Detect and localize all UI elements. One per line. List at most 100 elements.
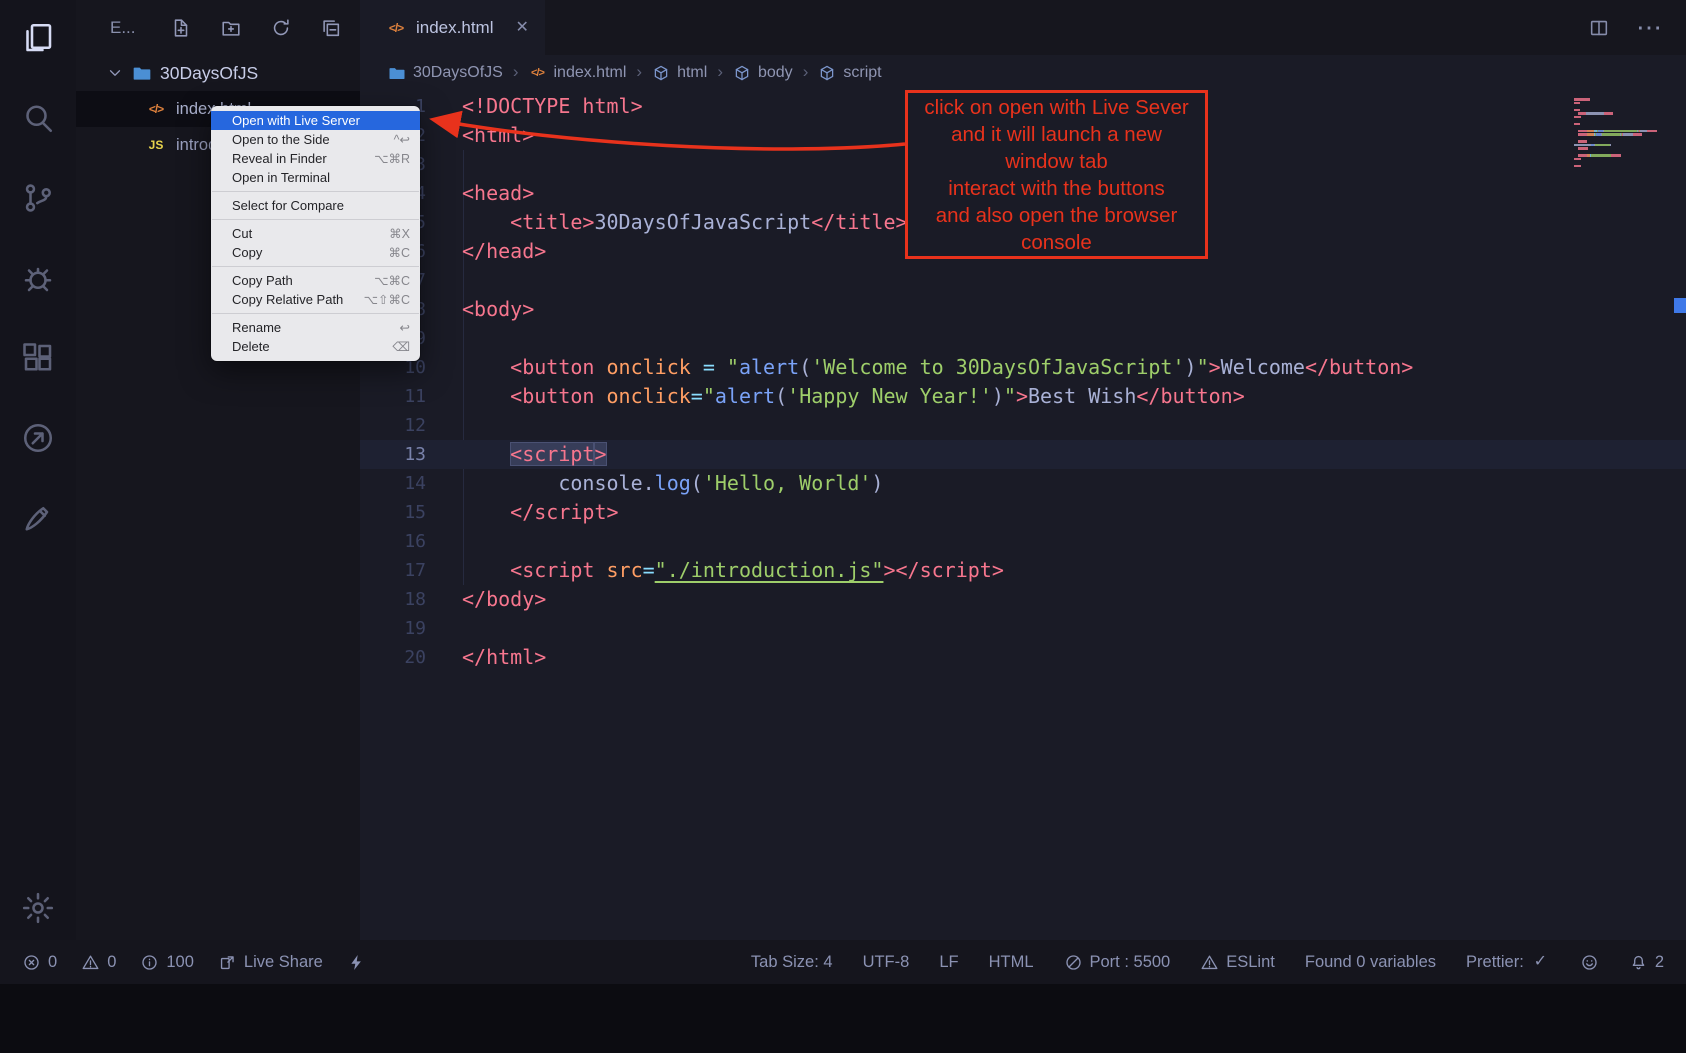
minimap[interactable]: [1574, 98, 1666, 168]
code-line-7[interactable]: 7: [360, 266, 1686, 295]
minimap-line: [1574, 130, 1666, 133]
menu-item-delete[interactable]: Delete⌫: [211, 337, 420, 356]
status-bar: 0 0 100 Live Share Tab Size: 4 UTF-8 LF HTML Po…: [0, 940, 1686, 984]
ellipsis-button[interactable]: ⋯: [1638, 17, 1660, 39]
folder-row-30daysofjs[interactable]: 30DaysOfJS: [76, 55, 360, 91]
code-line-12[interactable]: 12: [360, 411, 1686, 440]
annotation-box: click on open with Live Severand it will…: [905, 90, 1208, 259]
breadcrumb-index-html[interactable]: </>index.html: [528, 64, 626, 82]
menu-item-label: Delete: [232, 339, 378, 354]
code-line-14[interactable]: 14 console.log('Hello, World'): [360, 469, 1686, 498]
status-html[interactable]: HTML: [989, 953, 1034, 972]
code-line-10[interactable]: 10 <button onclick = "alert('Welcome to …: [360, 353, 1686, 382]
new-file-button[interactable]: [170, 17, 192, 39]
code-line-15[interactable]: 15 </script>: [360, 498, 1686, 527]
menu-item-open-to-the-side[interactable]: Open to the Side^↩: [211, 130, 420, 149]
explorer-title: E...: [110, 18, 136, 38]
menu-item-open-with-live-server[interactable]: Open with Live Server: [211, 111, 420, 130]
activity-extensions-button[interactable]: [20, 340, 56, 376]
code-line-content: <script src="./introduction.js"></script…: [462, 556, 1004, 585]
minimap-token: [1647, 130, 1656, 133]
code-line-13[interactable]: 13 <script>: [360, 440, 1686, 469]
html-icon: </>: [386, 18, 406, 38]
menu-item-copy-path[interactable]: Copy Path⌥⌘C: [211, 271, 420, 290]
activity-explorer-button[interactable]: [20, 20, 56, 56]
breadcrumb-label: html: [677, 64, 707, 82]
menu-item-cut[interactable]: Cut⌘X: [211, 224, 420, 243]
activity-circle-arrow-button[interactable]: [20, 420, 56, 456]
status-found-0-variables[interactable]: Found 0 variables: [1305, 953, 1436, 972]
activity-source-control-button[interactable]: [20, 180, 56, 216]
cube-icon: [652, 64, 670, 82]
breadcrumb-body[interactable]: body: [733, 64, 793, 82]
status-live-share[interactable]: Live Share: [218, 953, 323, 972]
activity-debug-button[interactable]: [20, 260, 56, 296]
code-token: (: [775, 384, 787, 408]
status-2[interactable]: 2: [1629, 953, 1664, 972]
breadcrumb-html[interactable]: html: [652, 64, 707, 82]
code-token: =: [643, 558, 655, 582]
tab-index-html[interactable]: </>index.html✕: [360, 0, 545, 55]
line-number: 13: [360, 440, 426, 469]
menu-item-copy-relative-path[interactable]: Copy Relative Path⌥⇧⌘C: [211, 290, 420, 309]
code-line-19[interactable]: 19: [360, 614, 1686, 643]
status-text: HTML: [989, 953, 1034, 972]
code-line-20[interactable]: 20 </html>: [360, 643, 1686, 672]
minimap-line: [1574, 137, 1666, 140]
status-port-5500[interactable]: Port : 5500: [1064, 953, 1171, 972]
close-tab-icon[interactable]: ✕: [515, 20, 528, 36]
code-line-16[interactable]: 16: [360, 527, 1686, 556]
menu-item-copy[interactable]: Copy⌘C: [211, 243, 420, 262]
minimap-line: [1574, 126, 1666, 129]
refresh-button[interactable]: [270, 17, 292, 39]
code-token: ></script>: [883, 558, 1003, 582]
code-token: </html>: [462, 645, 546, 669]
annotation-line: interact with the buttons: [908, 175, 1205, 202]
status-0[interactable]: 0: [22, 953, 57, 972]
menu-item-open-in-terminal[interactable]: Open in Terminal: [211, 168, 420, 187]
code-line-17[interactable]: 17 <script src="./introduction.js"></scr…: [360, 556, 1686, 585]
debug-icon: [20, 260, 56, 296]
status-zap[interactable]: [347, 953, 366, 972]
code-line-11[interactable]: 11 <button onclick="alert('Happy New Yea…: [360, 382, 1686, 411]
breadcrumb-script[interactable]: script: [818, 64, 881, 82]
minimap-token: [1640, 130, 1647, 133]
code-token: ": [727, 355, 739, 379]
explorer-actions: [170, 17, 342, 39]
code-line-content: <button onclick="alert('Happy New Year!'…: [462, 382, 1245, 411]
menu-item-select-for-compare[interactable]: Select for Compare: [211, 196, 420, 215]
activity-search-button[interactable]: [20, 100, 56, 136]
minimap-line: [1574, 109, 1666, 112]
status-smiley[interactable]: [1580, 953, 1599, 972]
status-prettier[interactable]: Prettier:✓: [1466, 953, 1550, 972]
status-tab-size-4[interactable]: Tab Size: 4: [751, 953, 833, 972]
code-token: Best Wish: [1028, 384, 1136, 408]
split-editor-button[interactable]: [1588, 17, 1610, 39]
status-eslint[interactable]: ESLint: [1200, 953, 1275, 972]
circle-arrow-icon: [20, 420, 56, 456]
code-line-18[interactable]: 18</body>: [360, 585, 1686, 614]
collapse-all-button[interactable]: [320, 17, 342, 39]
status-utf-8[interactable]: UTF-8: [863, 953, 910, 972]
status-100[interactable]: 100: [140, 953, 194, 972]
code-token: (: [691, 471, 703, 495]
code-line-content: console.log('Hello, World'): [462, 469, 883, 498]
line-number: 20: [360, 643, 426, 672]
menu-item-reveal-in-finder[interactable]: Reveal in Finder⌥⌘R: [211, 149, 420, 168]
status-0[interactable]: 0: [81, 953, 116, 972]
code-line-9[interactable]: 9: [360, 324, 1686, 353]
activity-settings-button[interactable]: [20, 890, 56, 926]
activity-pen-button[interactable]: [20, 500, 56, 536]
status-lf[interactable]: LF: [939, 953, 958, 972]
menu-separator: [212, 266, 419, 267]
code-line-8[interactable]: 8<body>: [360, 295, 1686, 324]
new-folder-button[interactable]: [220, 17, 242, 39]
menu-item-shortcut: ⌘X: [389, 226, 410, 241]
info-icon: [140, 953, 159, 972]
status-text: Port : 5500: [1090, 953, 1171, 972]
code-token: <title>: [510, 210, 594, 234]
desktop-area: [0, 984, 1686, 1053]
menu-item-rename[interactable]: Rename↩: [211, 318, 420, 337]
minimap-line: [1574, 158, 1666, 161]
breadcrumb-30daysofjs[interactable]: 30DaysOfJS: [388, 64, 503, 82]
